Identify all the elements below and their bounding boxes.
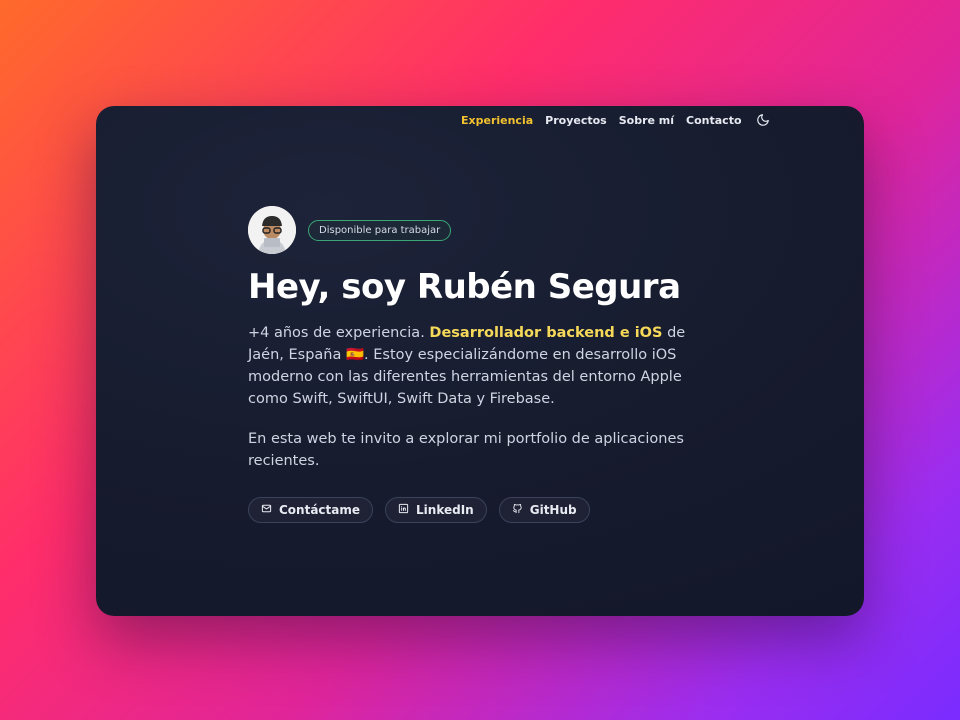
linkedin-button[interactable]: LinkedIn [385, 497, 487, 523]
linkedin-icon [398, 503, 409, 517]
hero: Disponible para trabajar Hey, soy Rubén … [248, 206, 708, 523]
nav-experiencia[interactable]: Experiencia [461, 114, 533, 127]
nav-proyectos[interactable]: Proyectos [545, 114, 607, 127]
contact-button[interactable]: Contáctame [248, 497, 374, 523]
mail-icon [261, 503, 272, 517]
linkedin-button-label: LinkedIn [416, 503, 474, 517]
moon-icon[interactable] [756, 113, 770, 127]
availability-badge: Disponible para trabajar [308, 219, 452, 241]
browser-window: Experiencia Proyectos Sobre mí Contacto … [96, 106, 864, 616]
github-button[interactable]: GitHub [498, 497, 590, 523]
intro-paragraph: +4 años de experiencia. Desarrollador ba… [248, 322, 708, 410]
github-button-label: GitHub [529, 503, 577, 517]
hero-header: Disponible para trabajar [248, 206, 708, 254]
portfolio-paragraph: En esta web te invito a explorar mi port… [248, 431, 684, 469]
intro-before: +4 años de experiencia. [248, 325, 425, 341]
avatar [248, 206, 296, 254]
nav-sobre-mi[interactable]: Sobre mí [619, 114, 674, 127]
role-highlight: Desarrollador backend e iOS [429, 325, 663, 341]
contact-button-label: Contáctame [279, 503, 361, 517]
github-icon [512, 503, 523, 517]
top-nav: Experiencia Proyectos Sobre mí Contacto [461, 109, 770, 131]
social-buttons: Contáctame LinkedIn GitHub [248, 497, 708, 523]
page-title: Hey, soy Rubén Segura [248, 267, 681, 307]
nav-contacto[interactable]: Contacto [686, 114, 741, 127]
